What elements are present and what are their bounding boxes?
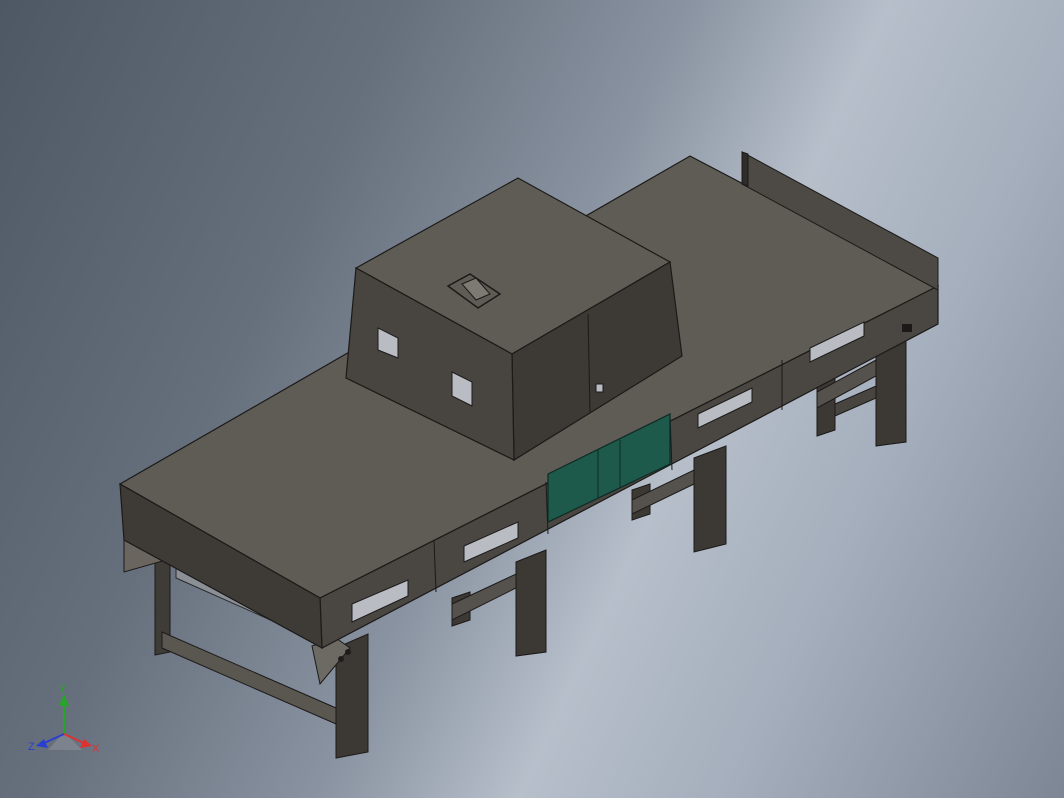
z-axis-label: Z <box>28 741 35 753</box>
orientation-triad[interactable]: Y X Z <box>24 682 114 762</box>
z-axis-arrow-icon <box>36 739 48 748</box>
cad-viewport[interactable]: Y X Z <box>0 0 1064 798</box>
x-axis-label: X <box>92 743 100 755</box>
y-axis-label: Y <box>59 683 67 695</box>
conveyor-oven-model[interactable] <box>0 0 1064 798</box>
y-axis-arrow-icon <box>59 694 69 706</box>
x-axis-arrow-icon <box>80 739 92 748</box>
